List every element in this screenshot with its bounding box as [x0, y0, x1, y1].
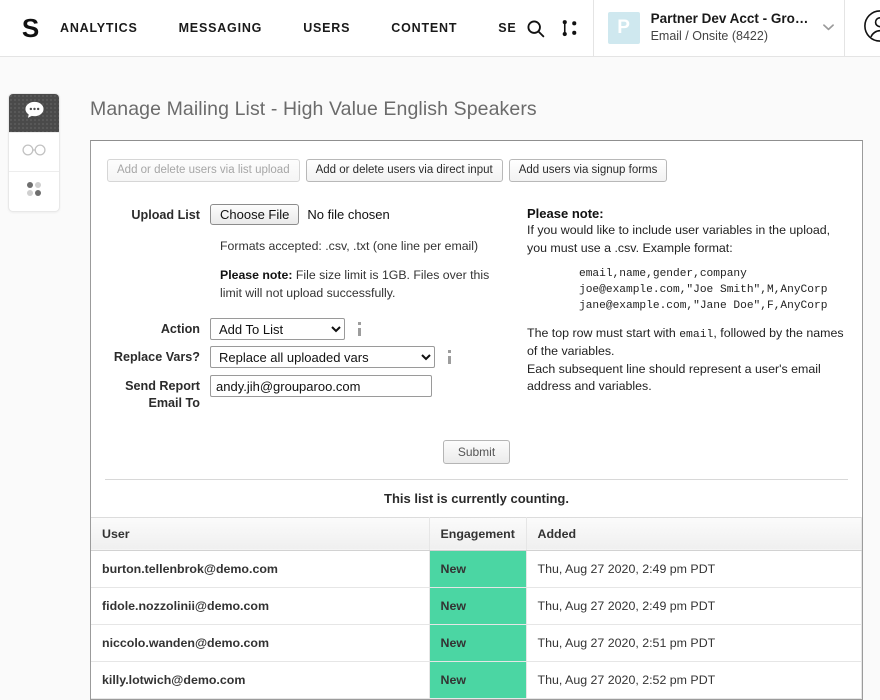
file-size-note-strong: Please note: — [220, 267, 293, 282]
cell-user: killy.lotwich@demo.com — [91, 661, 430, 699]
cell-added: Thu, Aug 27 2020, 2:49 pm PDT — [526, 550, 862, 588]
main-navigation: ANALYTICS MESSAGING USERS CONTENT SE — [60, 0, 517, 56]
csv-example-code: email,name,gender,company joe@example.co… — [579, 268, 828, 313]
glasses-icon — [21, 143, 47, 162]
cell-added: Thu, Aug 27 2020, 2:49 pm PDT — [526, 587, 862, 625]
share-nodes-icon[interactable] — [560, 19, 579, 38]
report-email-input[interactable] — [210, 375, 432, 398]
action-row: Action Add To List — [105, 318, 515, 341]
rail-item-explore[interactable] — [9, 133, 59, 172]
tab-signup-forms[interactable]: Add users via signup forms — [508, 159, 668, 182]
table-row[interactable]: burton.tellenbrok@demo.com New Thu, Aug … — [91, 550, 862, 588]
tab-direct-input[interactable]: Add or delete users via direct input — [305, 159, 503, 182]
column-header-engagement[interactable]: Engagement — [429, 516, 527, 551]
list-status-text: This list is currently counting. — [384, 490, 569, 506]
page-title: Manage Mailing List - High Value English… — [90, 98, 537, 120]
account-subtitle: Email / Onsite (8422) — [650, 29, 768, 44]
cell-engagement: New — [429, 661, 527, 699]
rail-item-apps[interactable] — [9, 172, 59, 211]
section-divider — [105, 478, 848, 480]
report-email-row: Send Report Email To — [105, 375, 515, 411]
cell-added: Thu, Aug 27 2020, 2:52 pm PDT — [526, 661, 862, 699]
tab-list-upload[interactable]: Add or delete users via list upload — [107, 159, 300, 182]
action-select[interactable]: Add To List — [210, 318, 345, 341]
four-dots-grid-icon — [24, 179, 44, 204]
form-area: Upload List Choose File No file chosen F… — [91, 182, 862, 417]
please-note-heading: Please note: — [527, 206, 604, 221]
column-header-added[interactable]: Added — [526, 516, 862, 551]
top-header: S ANALYTICS MESSAGING USERS CONTENT SE P… — [0, 0, 880, 57]
account-switcher[interactable]: P Partner Dev Acct - Grou… Email / Onsit… — [593, 0, 844, 56]
table-row[interactable]: killy.lotwich@demo.com New Thu, Aug 27 2… — [91, 661, 862, 699]
report-email-label: Send Report Email To — [125, 379, 200, 411]
app-logo[interactable]: S — [0, 0, 60, 56]
submit-button[interactable]: Submit — [442, 439, 511, 464]
cell-added: Thu, Aug 27 2020, 2:51 pm PDT — [526, 624, 862, 662]
account-text: Partner Dev Acct - Grou… Email / Onsite … — [651, 11, 817, 44]
mailing-list-card: Add or delete users via list upload Add … — [90, 140, 863, 700]
column-header-user[interactable]: User — [91, 516, 430, 551]
replace-vars-info-icon[interactable] — [447, 350, 451, 365]
action-info-icon[interactable] — [357, 322, 361, 337]
csv-rule-top-row: The top row must start with email, follo… — [527, 325, 847, 361]
header-icon-group — [525, 0, 579, 56]
replace-vars-label: Replace Vars? — [113, 350, 200, 365]
chevron-down-icon[interactable] — [822, 22, 834, 34]
replace-vars-select[interactable]: Replace all uploaded vars — [210, 346, 435, 369]
logo-text: S — [21, 13, 39, 43]
replace-vars-row: Replace Vars? Replace all uploaded vars — [105, 346, 515, 369]
upload-list-row: Upload List Choose File No file chosen — [105, 204, 515, 225]
cell-user: fidole.nozzolinii@demo.com — [91, 587, 430, 625]
csv-rule-subsequent-lines: Each subsequent line should represent a … — [527, 361, 821, 394]
nav-item-analytics[interactable]: ANALYTICS — [60, 21, 138, 35]
tab-row: Add or delete users via list upload Add … — [91, 159, 862, 182]
nav-item-settings[interactable]: SE — [498, 21, 516, 35]
rule1-code: email — [679, 328, 714, 341]
rule1-pre: The top row must start with — [527, 325, 680, 340]
form-left-column: Upload List Choose File No file chosen F… — [105, 204, 515, 417]
cell-engagement: New — [429, 550, 527, 588]
action-label: Action — [160, 322, 200, 337]
cell-user: burton.tellenbrok@demo.com — [91, 550, 430, 588]
please-note-intro: If you would like to include user variab… — [527, 223, 831, 255]
search-icon[interactable] — [525, 18, 546, 39]
table-row[interactable]: fidole.nozzolinii@demo.com New Thu, Aug … — [91, 587, 862, 625]
account-avatar: P — [607, 12, 640, 44]
file-chosen-status: No file chosen — [307, 207, 390, 222]
nav-item-users[interactable]: USERS — [303, 21, 350, 35]
rail-item-messages[interactable] — [9, 94, 59, 133]
users-table: User Engagement Added burton.tellenbrok@… — [91, 516, 862, 699]
please-note-panel: Please note: If you would like to includ… — [515, 204, 848, 417]
formats-accepted-note: Formats accepted: .csv, .txt (one line p… — [220, 239, 479, 253]
account-name: Partner Dev Acct - Grou… — [650, 11, 817, 27]
file-size-note: Please note: File size limit is 1GB. Fil… — [220, 267, 495, 303]
upload-list-label: Upload List — [131, 208, 200, 222]
nav-item-content[interactable]: CONTENT — [391, 21, 457, 35]
table-header-row: User Engagement Added — [91, 516, 862, 551]
choose-file-button[interactable]: Choose File — [210, 204, 300, 225]
cell-engagement: New — [429, 624, 527, 662]
cell-user: niccolo.wanden@demo.com — [91, 624, 430, 662]
table-row[interactable]: niccolo.wanden@demo.com New Thu, Aug 27 … — [91, 624, 862, 662]
nav-item-messaging[interactable]: MESSAGING — [179, 21, 263, 35]
user-circle-icon — [863, 9, 880, 48]
chat-bubble-icon — [22, 98, 47, 128]
main-content: Manage Mailing List - High Value English… — [90, 57, 880, 700]
left-rail — [8, 93, 60, 212]
cell-engagement: New — [429, 587, 527, 625]
user-profile-button[interactable] — [843, 0, 880, 56]
submit-row: Submit — [91, 439, 862, 464]
